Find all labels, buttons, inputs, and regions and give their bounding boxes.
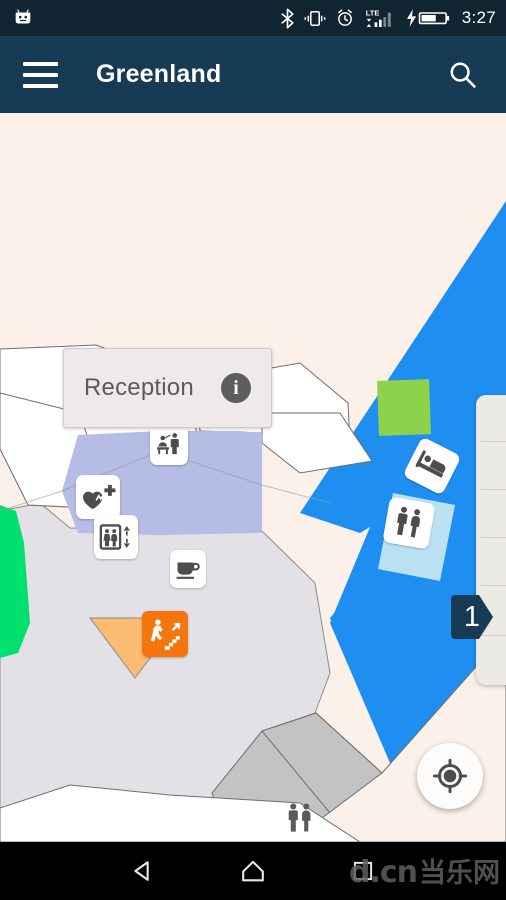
watermark-chinese: 当乐网 [419, 858, 500, 889]
recents-square-icon[interactable] [308, 842, 418, 900]
status-bar-left [0, 7, 34, 29]
info-icon[interactable]: i [221, 373, 251, 403]
back-triangle-icon[interactable] [88, 842, 198, 900]
current-floor-number: 1 [463, 600, 481, 633]
poi-restroom[interactable] [382, 496, 436, 550]
floor-divider [481, 585, 506, 586]
floor-divider [481, 489, 506, 490]
poi-cafe[interactable] [170, 550, 206, 588]
bluetooth-icon [281, 7, 294, 29]
poi-escalator[interactable] [142, 611, 188, 657]
battery-charging-icon [406, 9, 449, 27]
poi-elevator[interactable] [94, 515, 138, 559]
phone-screen: LTE 3:27 Greenland Reception i 1 d.cn 当乐… [0, 0, 506, 900]
callout-label: Reception [84, 374, 194, 401]
system-navigation-bar: d.cn 当乐网 [0, 842, 506, 900]
my-location-button[interactable] [417, 743, 483, 809]
poi-first-aid[interactable] [76, 475, 120, 519]
menu-line [22, 72, 58, 77]
lte-signal-icon: LTE [365, 8, 391, 27]
poi-restroom-south[interactable] [283, 801, 319, 839]
current-floor-badge[interactable]: 1 [449, 591, 497, 643]
menu-line [22, 83, 58, 88]
indoor-map[interactable]: Reception i 1 [0, 113, 506, 842]
app-bar: Greenland [0, 36, 506, 113]
status-bar: LTE 3:27 [0, 0, 506, 36]
page-title: Greenland [96, 60, 222, 88]
svg-text:LTE: LTE [365, 8, 379, 17]
home-icon[interactable] [198, 842, 308, 900]
alarm-icon [337, 9, 352, 26]
menu-line [22, 61, 58, 66]
vibrate-icon [304, 10, 326, 26]
reception-callout[interactable]: Reception i [63, 348, 272, 428]
park-area [377, 379, 431, 436]
status-bar-right: LTE 3:27 [280, 7, 506, 29]
floor-divider [481, 441, 506, 442]
hamburger-menu-icon[interactable] [8, 43, 72, 107]
poi-reception-desk[interactable] [150, 425, 188, 465]
floor-divider [481, 537, 506, 538]
status-bar-clock: 3:27 [461, 8, 496, 27]
search-icon[interactable] [440, 52, 486, 98]
android-robot-icon [15, 9, 31, 24]
